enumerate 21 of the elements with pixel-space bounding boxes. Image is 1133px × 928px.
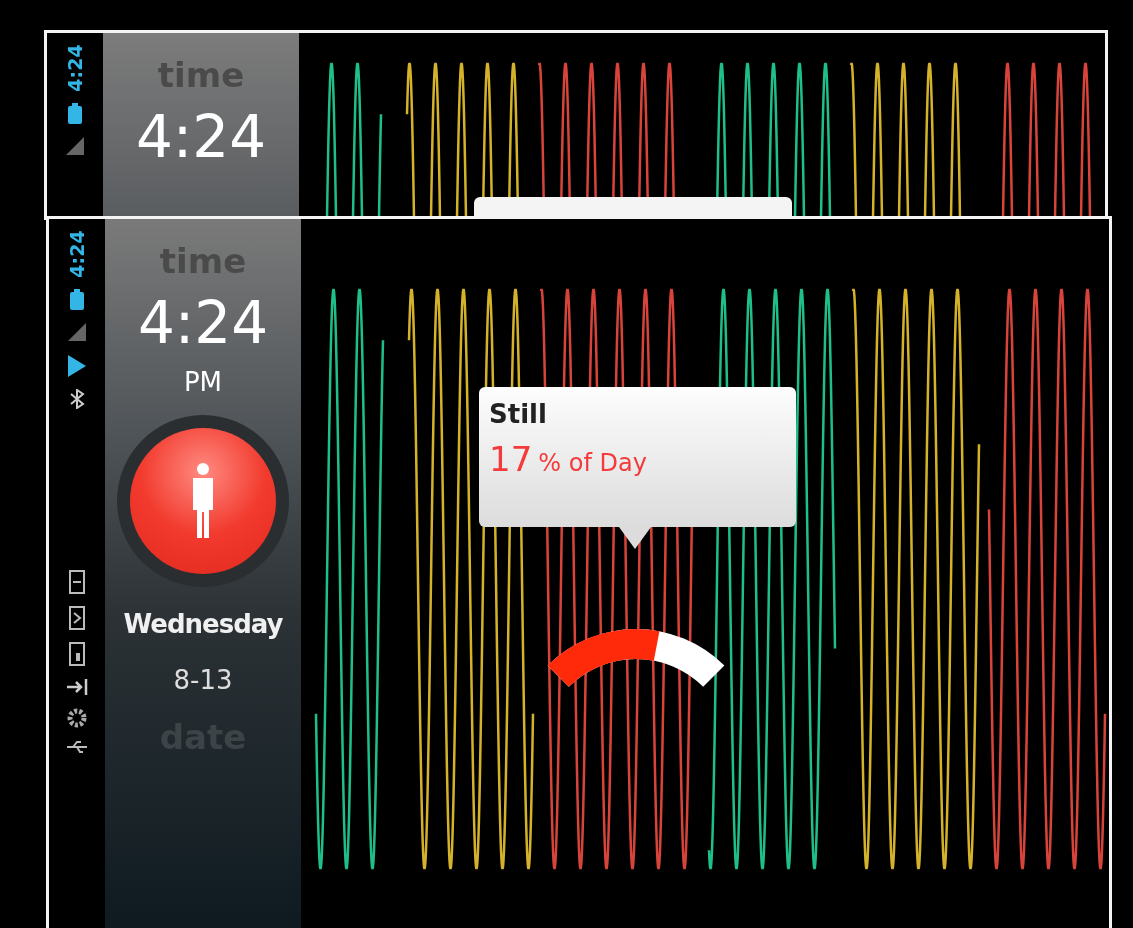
percent-value: 17 xyxy=(489,439,533,479)
battery-icon xyxy=(66,103,84,125)
signal-icon xyxy=(66,321,88,343)
tooltip-pointer xyxy=(619,527,651,549)
date-text: 8-13 xyxy=(173,665,233,695)
clock-time: 4:24 xyxy=(137,289,269,357)
clock-time: 4:24 xyxy=(135,103,267,171)
notification-icon xyxy=(68,641,86,667)
tooltip-title: Still xyxy=(489,399,548,429)
notification-icon xyxy=(68,569,86,595)
arrow-icon xyxy=(65,677,89,697)
notification-icon xyxy=(68,605,86,631)
bluetooth-icon xyxy=(68,389,86,409)
percent-unit: % of Day xyxy=(538,449,647,477)
signal-icon xyxy=(64,135,86,157)
usb-icon xyxy=(65,739,89,755)
weekday-label: Wednesday xyxy=(123,609,283,639)
am-pm-label: PM xyxy=(183,367,223,397)
status-time: 4:24 xyxy=(64,44,86,92)
status-time: 4:24 xyxy=(66,230,88,278)
battery-icon xyxy=(68,289,86,311)
